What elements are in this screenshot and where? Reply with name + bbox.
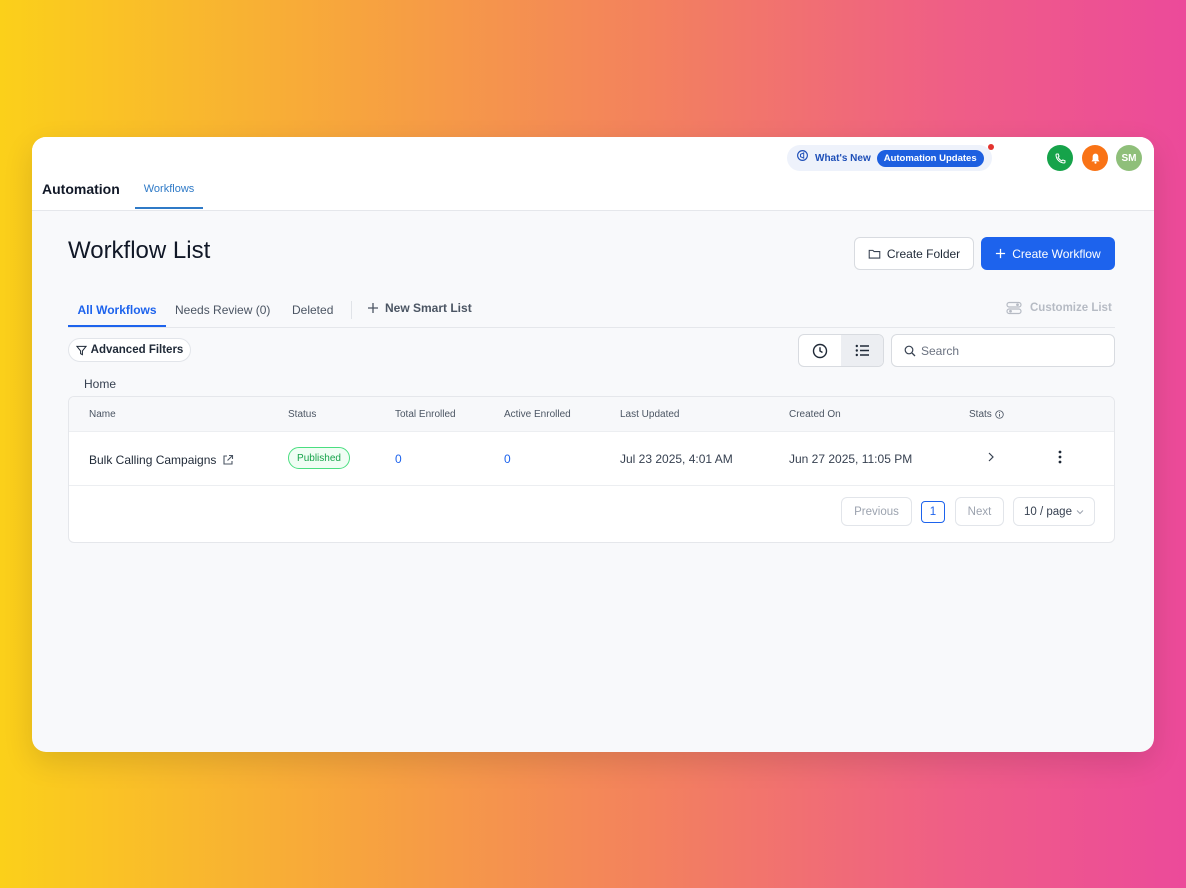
list-icon xyxy=(855,344,869,357)
column-header-active-enrolled[interactable]: Active Enrolled xyxy=(504,409,571,420)
tabs-divider xyxy=(68,327,1115,328)
clock-icon xyxy=(812,343,828,358)
create-workflow-button[interactable]: Create Workflow xyxy=(981,237,1115,270)
top-bar: Automation Workflows What's New Automati… xyxy=(32,137,1154,211)
table-header: Name Status Total Enrolled Active Enroll… xyxy=(69,397,1114,432)
column-header-last-updated[interactable]: Last Updated xyxy=(620,409,680,420)
plus-icon xyxy=(368,303,378,313)
breadcrumb[interactable]: Home xyxy=(84,377,116,391)
bell-icon xyxy=(1090,153,1100,164)
column-header-total-enrolled[interactable]: Total Enrolled xyxy=(395,409,456,420)
created-on-value: Jun 27 2025, 11:05 PM xyxy=(789,452,913,466)
per-page-select[interactable]: 10 / page xyxy=(1013,497,1095,526)
active-enrolled-value[interactable]: 0 xyxy=(504,452,511,466)
advanced-filters-label: Advanced Filters xyxy=(90,344,184,356)
tab-divider xyxy=(351,301,352,319)
column-header-stats: Stats xyxy=(969,409,1004,420)
notification-dot xyxy=(988,144,994,150)
plus-icon xyxy=(996,248,1006,259)
advanced-filters-button[interactable]: Advanced Filters xyxy=(68,338,191,362)
megaphone-icon xyxy=(796,149,809,167)
search-icon xyxy=(904,345,916,356)
column-header-created-on[interactable]: Created On xyxy=(789,409,841,420)
status-badge: Published xyxy=(288,447,350,469)
customize-list-button[interactable]: Customize List xyxy=(1006,301,1112,315)
chevron-right-icon xyxy=(988,452,994,462)
app-window: Automation Workflows What's New Automati… xyxy=(32,137,1154,752)
tab-deleted[interactable]: Deleted xyxy=(292,303,333,327)
page-1-button[interactable]: 1 xyxy=(921,501,945,523)
list-view-button[interactable] xyxy=(841,335,883,366)
column-header-stats-label: Stats xyxy=(969,409,992,420)
per-page-label: 10 / page xyxy=(1024,505,1072,518)
create-folder-label: Create Folder xyxy=(886,246,961,261)
last-updated-value: Jul 23 2025, 4:01 AM xyxy=(620,452,733,466)
tab-all-workflows[interactable]: All Workflows xyxy=(68,303,166,327)
search-input[interactable] xyxy=(921,343,1101,358)
recent-view-button[interactable] xyxy=(799,335,841,366)
previous-page-button[interactable]: Previous xyxy=(841,497,912,526)
toggle-settings-icon xyxy=(1006,301,1022,315)
phone-icon xyxy=(1055,153,1065,163)
folder-icon xyxy=(868,249,881,259)
total-enrolled-value[interactable]: 0 xyxy=(395,452,402,466)
workflow-name-link[interactable]: Bulk Calling Campaigns xyxy=(89,453,216,467)
view-toggle xyxy=(798,334,884,367)
chevron-down-icon xyxy=(1076,509,1084,514)
tab-workflows[interactable]: Workflows xyxy=(135,183,203,209)
more-vertical-icon xyxy=(1058,450,1062,464)
info-icon[interactable] xyxy=(995,410,1004,419)
tab-needs-review[interactable]: Needs Review (0) xyxy=(175,303,270,327)
customize-list-label: Customize List xyxy=(1030,302,1112,314)
row-actions-button[interactable] xyxy=(1057,449,1063,468)
workflow-table: Name Status Total Enrolled Active Enroll… xyxy=(68,396,1115,543)
whats-new-label: What's New xyxy=(815,152,871,164)
app-title: Automation xyxy=(42,181,120,197)
column-header-name[interactable]: Name xyxy=(89,409,116,420)
avatar[interactable]: SM xyxy=(1116,145,1142,171)
filter-icon xyxy=(75,345,87,355)
column-header-status[interactable]: Status xyxy=(288,409,316,420)
whats-new-banner[interactable]: What's New Automation Updates xyxy=(787,145,992,171)
create-folder-button[interactable]: Create Folder xyxy=(854,237,974,270)
page-title: Workflow List xyxy=(68,237,211,264)
new-smart-list-label: New Smart List xyxy=(385,301,472,315)
notifications-button[interactable] xyxy=(1082,145,1108,171)
external-link-icon[interactable] xyxy=(222,454,234,466)
automation-updates-pill[interactable]: Automation Updates xyxy=(876,149,984,167)
phone-button[interactable] xyxy=(1047,145,1073,171)
create-workflow-label: Create Workflow xyxy=(1012,246,1101,261)
search-box[interactable] xyxy=(891,334,1115,367)
table-row[interactable]: Bulk Calling Campaigns Published 0 0 Jul… xyxy=(69,432,1114,486)
workflow-name-cell: Bulk Calling Campaigns xyxy=(89,453,234,467)
new-smart-list-button[interactable]: New Smart List xyxy=(367,301,472,315)
stats-expand-button[interactable] xyxy=(986,451,996,466)
next-page-button[interactable]: Next xyxy=(955,497,1004,526)
